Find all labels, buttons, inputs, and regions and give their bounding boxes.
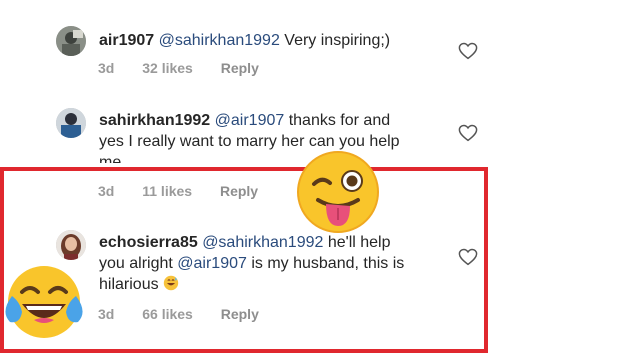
comment-text: air1907 @sahirkhan1992 Very inspiring;) [99, 30, 390, 51]
tears-of-joy-emoji-icon [5, 266, 83, 338]
mention-link[interactable]: @sahirkhan1992 [159, 32, 280, 49]
avatar[interactable] [56, 230, 86, 260]
comment-body-line2-end: is my husband, this is [246, 255, 405, 272]
heart-icon[interactable] [458, 124, 478, 142]
reply-button[interactable]: Reply [221, 60, 259, 76]
mention-link-2[interactable]: @air1907 [177, 255, 247, 272]
comment-body-line2: yes I really want to marry her can you h… [99, 133, 400, 150]
comment-body-line3: hilarious [99, 276, 164, 293]
timestamp: 3d [98, 60, 115, 76]
comment-body-line2-start: you alright [99, 255, 178, 272]
reply-button[interactable]: Reply [221, 306, 259, 322]
avatar-image-icon [56, 26, 86, 56]
username[interactable]: sahirkhan1992 [99, 112, 210, 129]
avatar[interactable] [56, 108, 86, 138]
comment-meta: 3d 32 likes Reply [98, 60, 283, 76]
timestamp: 3d [98, 183, 115, 199]
comment-air1907: air1907 @sahirkhan1992 Very inspiring;) … [0, 0, 640, 90]
avatar-image-icon [56, 108, 86, 138]
comment-echosierra85: echosierra85 @sahirkhan1992 he'll help y… [0, 220, 640, 340]
heart-icon[interactable] [458, 248, 478, 266]
grinning-sweat-emoji-icon [163, 275, 179, 291]
reply-button[interactable]: Reply [220, 183, 258, 199]
username[interactable]: echosierra85 [99, 234, 198, 251]
comment-meta: 3d 11 likes Reply [98, 183, 282, 199]
comment-text: echosierra85 @sahirkhan1992 he'll help y… [99, 232, 404, 295]
likes-count[interactable]: 32 likes [142, 60, 193, 76]
mention-link[interactable]: @sahirkhan1992 [202, 234, 323, 251]
avatar[interactable] [56, 26, 86, 56]
comment-body-line1: thanks for and [284, 112, 391, 129]
comment-body-line1: he'll help [323, 234, 391, 251]
comment-meta: 3d 66 likes Reply [98, 306, 283, 322]
likes-count[interactable]: 66 likes [142, 306, 193, 322]
heart-icon[interactable] [458, 42, 478, 60]
timestamp: 3d [98, 306, 115, 322]
likes-count[interactable]: 11 likes [142, 183, 192, 199]
avatar-image-icon [56, 230, 86, 260]
comment-body: Very inspiring;) [279, 32, 391, 49]
mention-link[interactable]: @air1907 [215, 112, 285, 129]
username[interactable]: air1907 [99, 32, 154, 49]
winking-tongue-emoji-icon [297, 151, 379, 233]
